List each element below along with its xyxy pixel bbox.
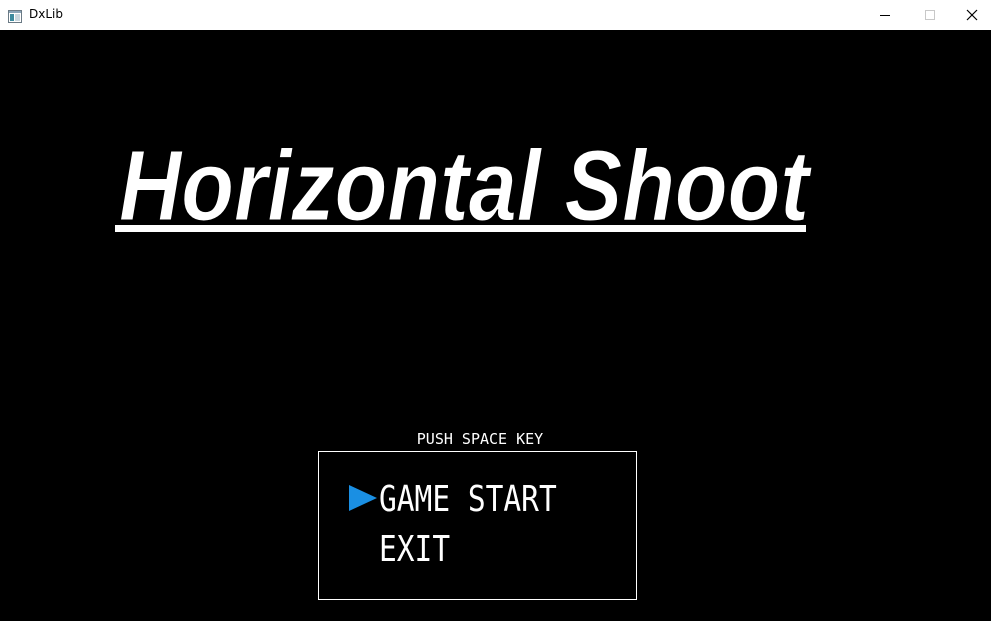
game-canvas[interactable]: Horizontal Shoot PUSH SPACE KEY GAME STA… bbox=[0, 30, 991, 621]
window-title: DxLib bbox=[29, 7, 63, 21]
play-arrow-icon bbox=[349, 485, 377, 511]
title-menu: GAME START EXIT bbox=[318, 451, 637, 600]
minimize-button[interactable] bbox=[862, 0, 908, 30]
app-window-icon bbox=[8, 8, 22, 23]
maximize-icon bbox=[924, 6, 936, 25]
title-underline bbox=[115, 225, 806, 232]
menu-item-game-start[interactable]: GAME START bbox=[379, 480, 557, 520]
push-space-key-prompt: PUSH SPACE KEY bbox=[416, 430, 544, 448]
game-window: DxLib Horizontal Shoot PUSH SPACE KEY GA… bbox=[0, 0, 991, 621]
close-icon bbox=[966, 6, 978, 25]
close-button[interactable] bbox=[952, 0, 991, 30]
menu-item-exit[interactable]: EXIT bbox=[379, 530, 450, 570]
maximize-button[interactable] bbox=[907, 0, 953, 30]
minimize-icon bbox=[879, 6, 891, 25]
window-titlebar[interactable]: DxLib bbox=[0, 0, 991, 30]
